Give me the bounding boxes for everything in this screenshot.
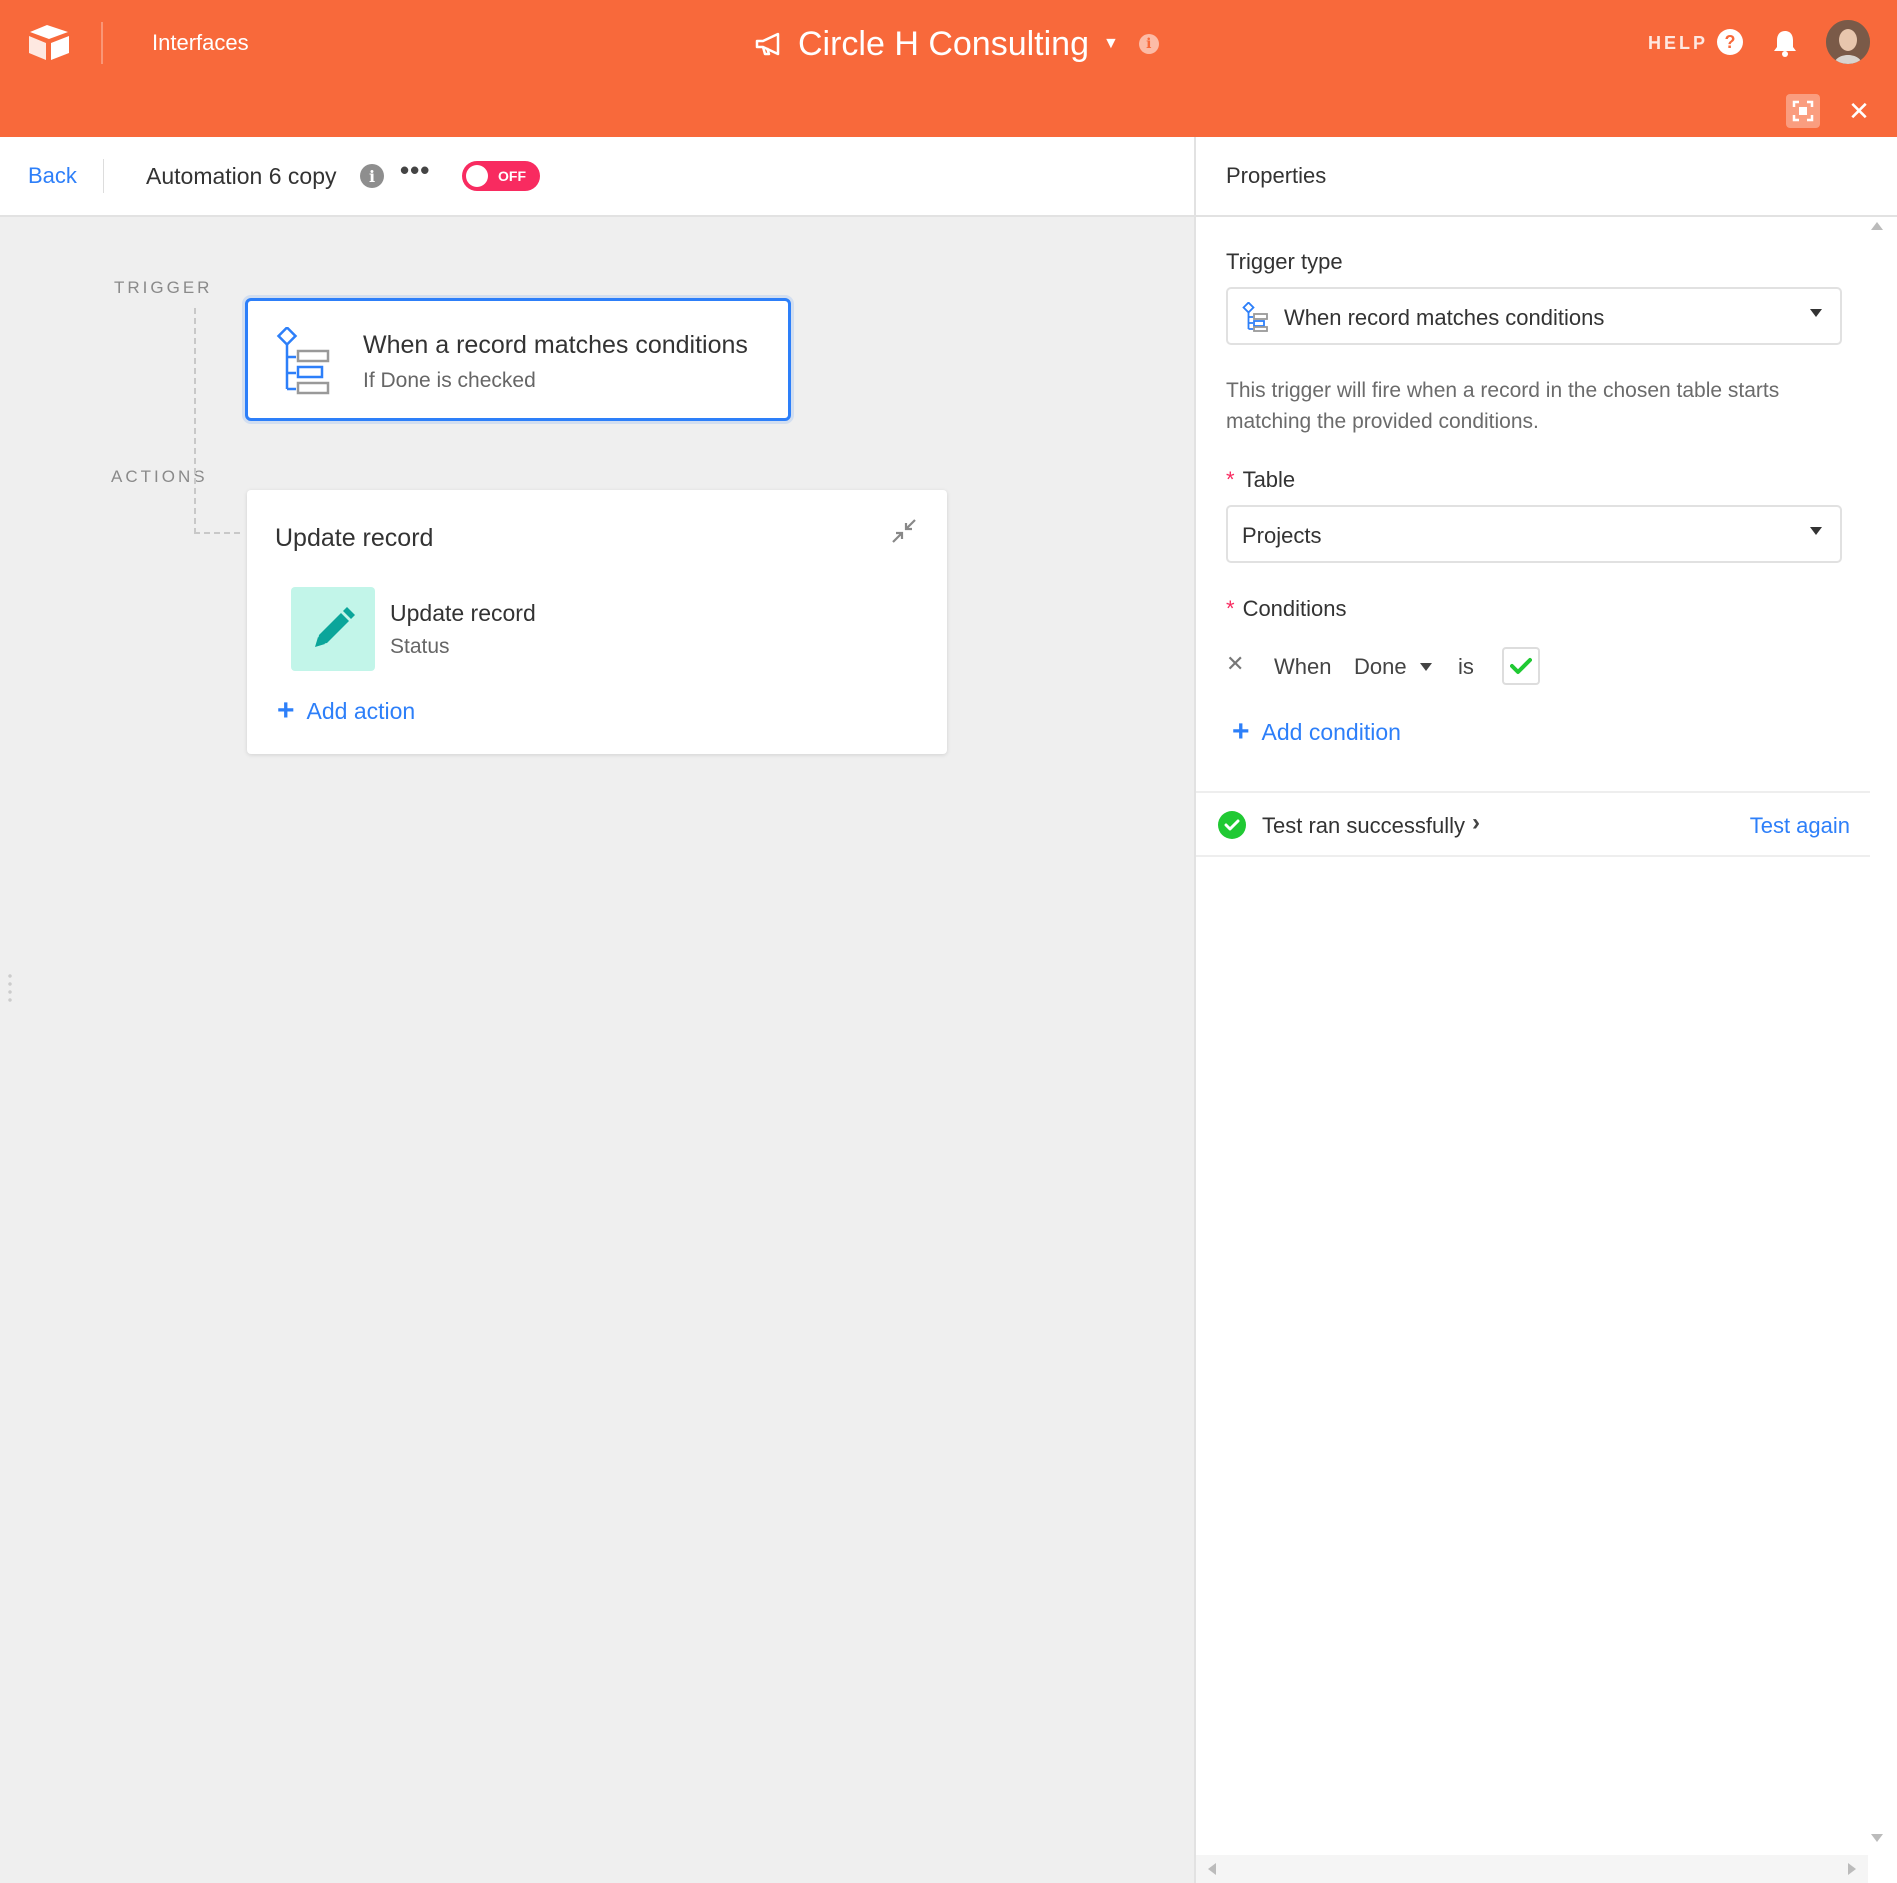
test-again-button[interactable]: Test again — [1750, 813, 1850, 839]
expand-button[interactable] — [1786, 94, 1820, 128]
condition-field-select[interactable]: Done — [1354, 654, 1407, 680]
trigger-card[interactable]: When a record matches conditions If Done… — [245, 298, 791, 421]
success-check-icon — [1218, 811, 1246, 839]
add-condition-button[interactable]: + Add condition — [1232, 717, 1401, 747]
close-icon[interactable]: ✕ — [1847, 96, 1871, 126]
action-subtitle: Status — [390, 635, 450, 658]
chevron-down-icon[interactable]: ▼ — [1103, 35, 1119, 53]
scroll-left-arrow[interactable] — [1208, 1863, 1216, 1875]
toggle-label: OFF — [498, 168, 526, 184]
add-action-button[interactable]: + Add action — [277, 696, 415, 726]
chevron-down-icon — [1810, 527, 1822, 535]
toggle-knob — [466, 165, 488, 187]
automation-info-icon[interactable]: i — [360, 164, 384, 188]
table-label-text: Table — [1242, 467, 1296, 492]
trigger-title: When a record matches conditions — [363, 331, 748, 359]
conditions-label: * Conditions — [1226, 596, 1347, 622]
help-link[interactable]: HELP — [1648, 33, 1708, 54]
update-record-action-icon[interactable] — [291, 587, 375, 671]
trigger-type-label: Trigger type — [1226, 249, 1343, 274]
megaphone-icon — [755, 32, 780, 56]
table-select[interactable]: Projects — [1226, 505, 1842, 563]
interfaces-nav-link[interactable]: Interfaces — [152, 30, 249, 56]
user-avatar-icon — [1826, 20, 1870, 64]
test-result-row[interactable]: Test ran successfully › Test again — [1196, 791, 1870, 857]
trigger-subtitle: If Done is checked — [363, 369, 536, 392]
trigger-help-text: This trigger will fire when a record in … — [1226, 379, 1780, 433]
condition-operator[interactable]: is — [1458, 654, 1474, 680]
scroll-down-arrow[interactable] — [1871, 1834, 1883, 1842]
horizontal-scrollbar[interactable] — [1196, 1855, 1868, 1883]
action-group-heading: Update record — [275, 524, 434, 552]
conditions-tree-icon — [276, 327, 330, 395]
resize-handle[interactable] — [8, 972, 12, 1006]
action-group-card: Update record Update record Status + Add… — [247, 490, 947, 754]
conditions-tree-icon — [1242, 302, 1268, 332]
base-name: Circle H Consulting — [798, 24, 1089, 63]
properties-title: Properties — [1226, 163, 1327, 188]
more-options-button[interactable]: ••• — [400, 155, 430, 186]
plus-icon: + — [277, 694, 295, 727]
required-asterisk: * — [1226, 596, 1235, 621]
chevron-right-icon[interactable]: › — [1472, 809, 1480, 837]
chevron-down-icon[interactable] — [1420, 663, 1432, 671]
flow-connector — [194, 308, 196, 534]
checkmark-icon — [1224, 819, 1240, 831]
condition-when-label: When — [1274, 654, 1332, 679]
pencil-icon — [315, 607, 355, 647]
properties-header: Properties — [1196, 137, 1897, 217]
flow-connector — [194, 532, 240, 534]
condition-value-checkbox[interactable] — [1502, 647, 1540, 685]
expand-icon — [1792, 100, 1814, 122]
bell-icon[interactable] — [1772, 28, 1798, 58]
remove-condition-icon[interactable]: ✕ — [1226, 651, 1244, 677]
conditions-label-text: Conditions — [1242, 596, 1347, 621]
automation-toolbar: Back Automation 6 copy i ••• OFF — [0, 137, 1194, 217]
properties-panel: Properties Trigger type When record matc… — [1194, 137, 1897, 1883]
required-asterisk: * — [1226, 467, 1235, 492]
scroll-up-arrow[interactable] — [1871, 222, 1883, 230]
collapse-icon[interactable] — [891, 518, 917, 544]
action-title[interactable]: Update record — [390, 600, 536, 627]
help-icon[interactable]: ? — [1717, 29, 1743, 55]
plus-icon: + — [1232, 715, 1250, 748]
scroll-right-arrow[interactable] — [1848, 1863, 1856, 1875]
automation-name[interactable]: Automation 6 copy — [146, 163, 337, 190]
trigger-section-label: TRIGGER — [114, 278, 213, 297]
header-divider — [101, 22, 103, 64]
chevron-down-icon — [1810, 309, 1822, 317]
avatar[interactable] — [1826, 20, 1870, 64]
add-condition-label: Add condition — [1261, 718, 1401, 745]
automation-toggle[interactable]: OFF — [462, 161, 540, 191]
condition-row: ✕ When Done is — [1226, 646, 1846, 686]
toolbar-divider — [103, 159, 104, 193]
table-value: Projects — [1242, 523, 1322, 548]
trigger-type-select[interactable]: When record matches conditions — [1226, 287, 1842, 345]
checkmark-icon — [1510, 658, 1532, 674]
add-action-label: Add action — [306, 697, 416, 724]
app-header: Interfaces Circle H Consulting ▼ i HELP … — [0, 0, 1897, 137]
back-button[interactable]: Back — [28, 163, 77, 189]
info-icon[interactable]: i — [1138, 34, 1159, 54]
base-title[interactable]: Circle H Consulting ▼ i — [754, 22, 1159, 66]
test-result-message: Test ran successfully — [1262, 813, 1465, 838]
airtable-logo-icon[interactable] — [26, 22, 72, 62]
table-label: * Table — [1226, 467, 1295, 493]
trigger-type-value: When record matches conditions — [1284, 305, 1605, 330]
